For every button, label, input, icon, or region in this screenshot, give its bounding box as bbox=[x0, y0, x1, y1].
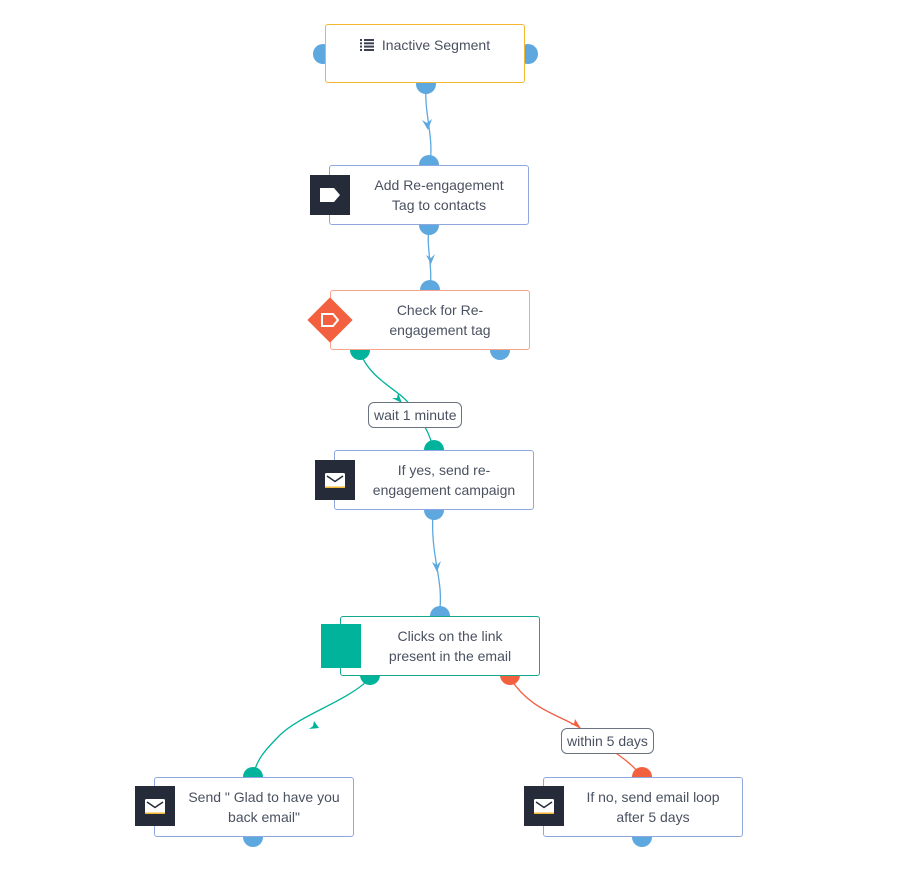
node-label: Check for Re- engagement tag bbox=[359, 300, 500, 340]
edge-arrow bbox=[309, 721, 319, 729]
list-icon bbox=[359, 39, 374, 51]
edge-label-wait[interactable]: wait 1 minute bbox=[368, 402, 463, 428]
edge-check-yes-to-campaign[interactable] bbox=[359, 351, 434, 451]
node-inactive-segment[interactable]: Inactive Segment bbox=[325, 24, 525, 83]
node-send-campaign[interactable]: If yes, send re- engagement campaign bbox=[334, 450, 534, 510]
goal-icon bbox=[321, 624, 361, 668]
node-label-line2: back email" bbox=[228, 809, 300, 825]
node-label-line1: Send " Glad to have you bbox=[188, 789, 340, 805]
mail-icon bbox=[524, 786, 564, 826]
node-add-tag[interactable]: Add Re-engagement Tag to contacts bbox=[329, 165, 529, 225]
node-clicks-link[interactable]: Clicks on the link present in the email bbox=[340, 616, 540, 676]
edge-arrow bbox=[422, 119, 432, 130]
node-label-line2: after 5 days bbox=[616, 809, 690, 825]
tag-icon bbox=[310, 175, 350, 215]
node-label-line1: If no, send email loop bbox=[586, 789, 720, 805]
node-check-tag[interactable]: Check for Re- engagement tag bbox=[330, 290, 530, 350]
node-label: Add Re-engagement Tag to contacts bbox=[344, 175, 513, 215]
node-send-loop[interactable]: If no, send email loop after 5 days bbox=[543, 777, 743, 837]
edge-label-within[interactable]: within 5 days bbox=[561, 728, 654, 754]
tag-condition-icon bbox=[318, 308, 342, 332]
node-label-line1: Add Re-engagement bbox=[374, 177, 504, 193]
node-label: If yes, send re- engagement campaign bbox=[343, 460, 525, 500]
node-label-line2: engagement campaign bbox=[372, 482, 516, 498]
node-label-line1: Check for Re- bbox=[396, 302, 484, 318]
mail-icon bbox=[315, 460, 355, 500]
node-send-glad[interactable]: Send " Glad to have you back email" bbox=[154, 777, 354, 837]
edge-arrow bbox=[426, 254, 435, 264]
node-label: Clicks on the link present in the email bbox=[359, 626, 521, 666]
node-label-line2: present in the email bbox=[388, 648, 512, 664]
node-label: Send " Glad to have you back email" bbox=[158, 787, 349, 827]
workflow-edges bbox=[252, 84, 643, 778]
node-label-line2: Tag to contacts bbox=[391, 197, 487, 213]
workflow-canvas[interactable]: Inactive Segment Add Re-engagement Tag t… bbox=[0, 0, 900, 896]
mail-icon bbox=[135, 786, 175, 826]
node-title: Inactive Segment bbox=[381, 37, 491, 53]
node-label-line1: If yes, send re- bbox=[397, 462, 491, 478]
node-label: If no, send email loop after 5 days bbox=[556, 787, 729, 827]
node-label: Inactive Segment bbox=[359, 35, 491, 55]
node-label-line2: engagement tag bbox=[389, 322, 491, 338]
node-label-line1: Clicks on the link bbox=[397, 628, 503, 644]
